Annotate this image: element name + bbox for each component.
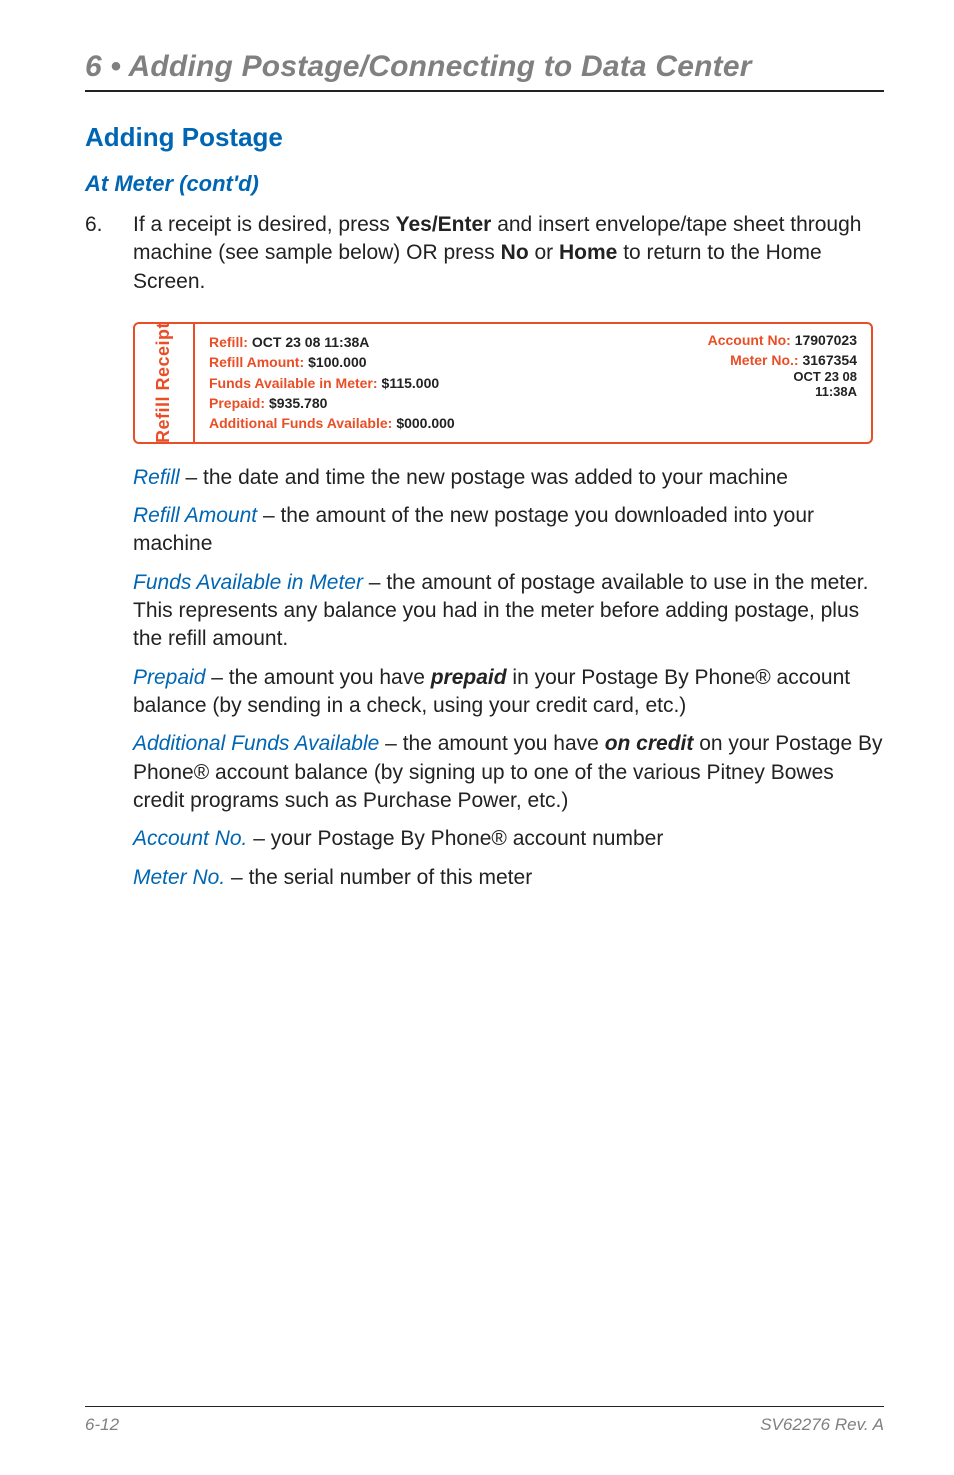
definitions: Refill – the date and time the new posta… (133, 464, 884, 902)
text: or (529, 241, 559, 264)
receipt-account: Account No: 17907023 (708, 332, 857, 348)
label: Account No: (708, 332, 791, 348)
step-number: 6. (85, 211, 113, 296)
step-6: 6. If a receipt is desired, press Yes/En… (85, 211, 884, 296)
term: Meter No. (133, 866, 225, 889)
def-additional-funds: Additional Funds Available – the amount … (133, 730, 884, 815)
text: If a receipt is desired, press (133, 213, 396, 236)
bold-term: on credit (605, 732, 694, 755)
term: Account No. (133, 827, 247, 850)
term: Prepaid (133, 666, 205, 689)
bold-term: prepaid (431, 666, 507, 689)
section-title: Adding Postage (85, 122, 884, 153)
text: the serial number of this meter (249, 866, 533, 889)
receipt-body: Account No: 17907023 Meter No.: 3167354 … (195, 324, 871, 441)
keyword-home: Home (559, 241, 617, 264)
text: the amount you have (229, 666, 431, 689)
label: Funds Available in Meter: (209, 373, 378, 393)
subsection-title: At Meter (cont'd) (85, 171, 884, 197)
term: Additional Funds Available (133, 732, 379, 755)
dash: – (379, 732, 402, 755)
def-account-no: Account No. – your Postage By Phone® acc… (133, 825, 884, 853)
label: Meter No.: (730, 352, 798, 368)
dash: – (257, 504, 280, 527)
step-text: If a receipt is desired, press Yes/Enter… (133, 211, 884, 296)
dash: – (247, 827, 270, 850)
def-funds-available: Funds Available in Meter – the amount of… (133, 569, 884, 654)
dash: – (363, 571, 386, 594)
term: Refill Amount (133, 504, 257, 527)
dash: – (205, 666, 228, 689)
keyword-yes-enter: Yes/Enter (396, 213, 492, 236)
doc-revision: SV62276 Rev. A (760, 1415, 884, 1435)
header-rule (85, 90, 884, 92)
receipt-side-text: Refill Receipt (154, 322, 175, 443)
value: $100.000 (308, 352, 366, 372)
value: OCT 23 08 11:38A (252, 332, 370, 352)
def-meter-no: Meter No. – the serial number of this me… (133, 864, 884, 892)
text: your Postage By Phone® account number (271, 827, 664, 850)
receipt-sample: Refill Receipt Account No: 17907023 Mete… (133, 322, 873, 443)
keyword-no: No (501, 241, 529, 264)
text: the amount you have (403, 732, 605, 755)
term: Funds Available in Meter (133, 571, 363, 594)
meter-time: 11:38A (730, 384, 857, 400)
page-number: 6-12 (85, 1415, 119, 1435)
value: $935.780 (269, 393, 327, 413)
receipt-meter: Meter No.: 3167354 OCT 23 08 11:38A (730, 352, 857, 400)
label: Refill Amount: (209, 352, 304, 372)
value: $000.000 (396, 413, 454, 433)
label: Refill: (209, 332, 248, 352)
label: Additional Funds Available: (209, 413, 392, 433)
value: 17907023 (791, 332, 857, 348)
label: Prepaid: (209, 393, 265, 413)
chapter-header: 6 • Adding Postage/Connecting to Data Ce… (85, 50, 884, 84)
page-footer: 6-12 SV62276 Rev. A (85, 1406, 884, 1435)
dash: – (225, 866, 248, 889)
receipt-side-label: Refill Receipt (135, 324, 195, 441)
dash: – (180, 466, 203, 489)
meter-date: OCT 23 08 (730, 369, 857, 385)
value: $115.000 (382, 373, 440, 393)
def-refill: Refill – the date and time the new posta… (133, 464, 884, 492)
def-refill-amount: Refill Amount – the amount of the new po… (133, 502, 884, 559)
value: 3167354 (799, 352, 857, 368)
receipt-additional: Additional Funds Available: $000.000 (209, 413, 857, 433)
term: Refill (133, 466, 180, 489)
def-prepaid: Prepaid – the amount you have prepaid in… (133, 664, 884, 721)
text: the date and time the new postage was ad… (203, 466, 788, 489)
